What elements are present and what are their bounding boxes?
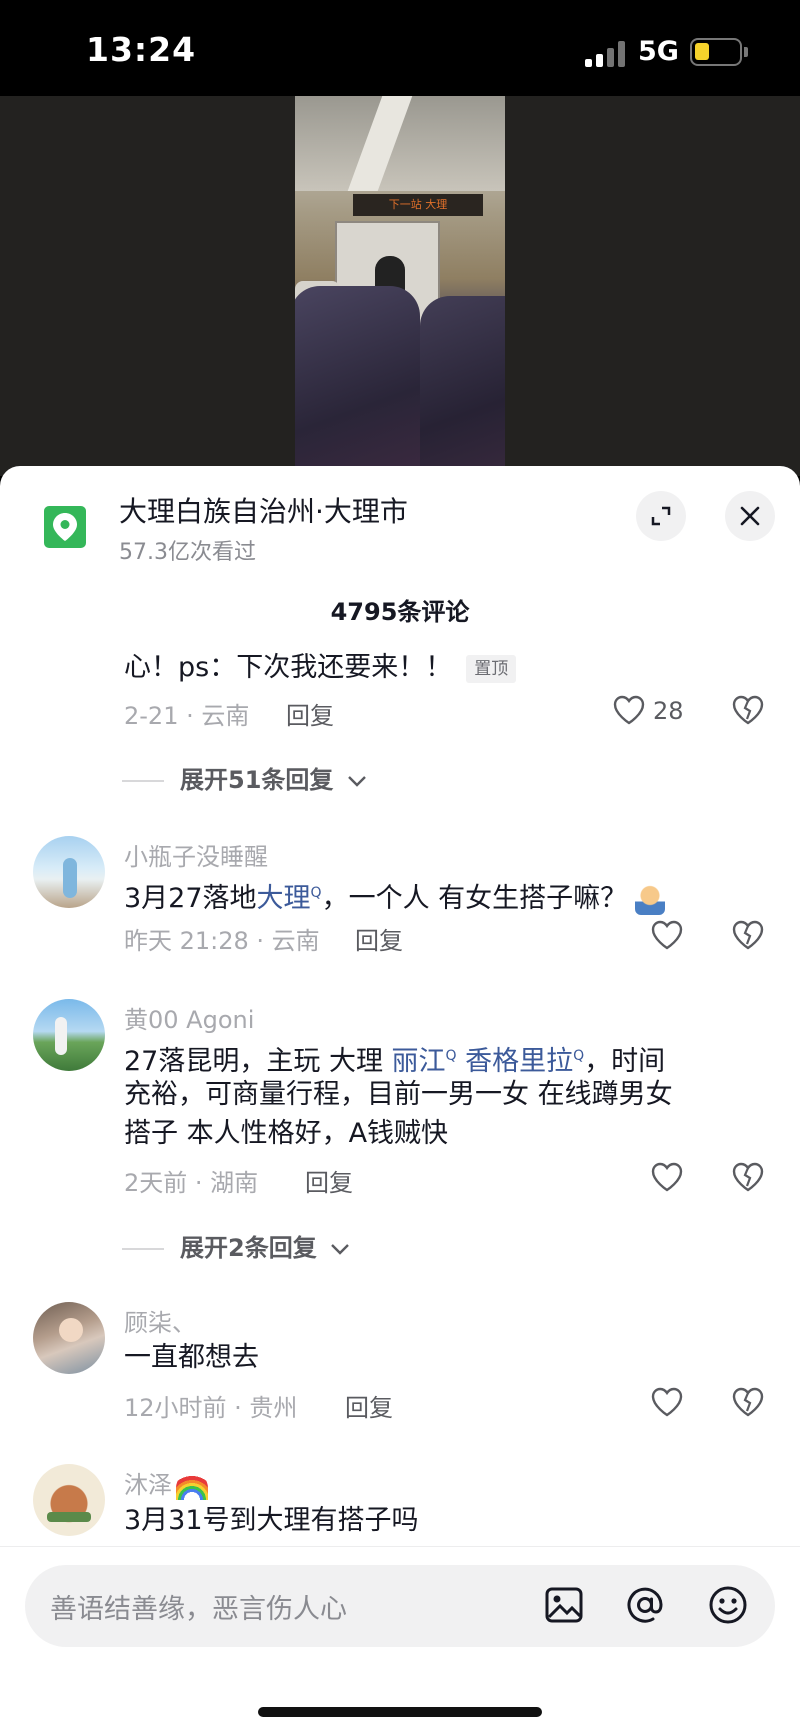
- rainbow-emoji: [176, 1472, 208, 1500]
- reply-button[interactable]: 回复: [305, 1163, 353, 1198]
- dislike-heart-icon[interactable]: [731, 1161, 765, 1193]
- comment-username[interactable]: 顾柒、: [124, 1303, 196, 1338]
- home-indicator: [258, 1707, 542, 1717]
- battery-icon: [690, 38, 742, 66]
- heart-icon[interactable]: [650, 919, 684, 951]
- avatar[interactable]: [33, 1302, 105, 1374]
- location-name[interactable]: 大理白族自治州·大理市: [119, 490, 408, 530]
- reply-button[interactable]: 回复: [286, 696, 334, 731]
- comment-body: 心！ps：下次我还要来！！: [124, 652, 453, 683]
- dislike-heart-icon[interactable]: [731, 694, 765, 726]
- pin-badge: 置顶: [466, 654, 517, 683]
- search-mark-icon: Q: [445, 1048, 457, 1064]
- avatar[interactable]: [33, 999, 105, 1071]
- divider: [122, 780, 164, 782]
- battery-cap: [744, 47, 748, 57]
- comment-body-continued: ，一个人 有女生搭子嘛？: [321, 883, 628, 914]
- comment-input[interactable]: 善语结善缘，恶言伤人心: [25, 1565, 775, 1647]
- chevron-down-icon: [331, 1244, 349, 1255]
- heart-icon[interactable]: [650, 1386, 684, 1418]
- emoji-icon[interactable]: [706, 1583, 750, 1627]
- comment-username-text: 沐泽: [124, 1471, 172, 1499]
- comment-text: 心！ps：下次我还要来！！ 置顶: [124, 649, 517, 687]
- expand-icon: [651, 506, 671, 526]
- comment-text-line-3: 搭子 本人性格好，A钱贼快: [124, 1118, 449, 1149]
- location-pin-icon[interactable]: [44, 506, 86, 548]
- signal-icon: [585, 41, 627, 67]
- comment-text-line-2: 充裕，可商量行程，目前一男一女 在线蹲男女: [124, 1079, 673, 1110]
- comment-text: 一直都想去: [124, 1342, 259, 1373]
- at-icon[interactable]: [623, 1583, 667, 1627]
- comment-text: 27落昆明，主玩 大理 丽江Q 香格里拉Q，时间: [124, 1037, 665, 1081]
- expand-button[interactable]: [636, 491, 686, 541]
- reply-button[interactable]: 回复: [355, 921, 403, 956]
- close-button[interactable]: [725, 491, 775, 541]
- comment-body: 3月27落地: [124, 883, 257, 914]
- expand-replies-label: 展开51条回复: [180, 766, 334, 794]
- search-link[interactable]: 丽江: [392, 1046, 446, 1077]
- expand-replies-label: 展开2条回复: [180, 1234, 317, 1262]
- comment-body: 27落昆明，主玩 大理: [124, 1046, 392, 1077]
- avatar[interactable]: [33, 836, 105, 908]
- comment-meta: 2天前 · 湖南: [124, 1169, 259, 1197]
- raising-hand-emoji: [635, 884, 666, 915]
- comment-body-continued: ，时间: [584, 1046, 666, 1077]
- comment-count: 4795条评论: [330, 598, 470, 626]
- search-link[interactable]: 香格里拉: [465, 1046, 573, 1077]
- dislike-heart-icon[interactable]: [731, 1386, 765, 1418]
- network-type: 5G: [638, 36, 679, 67]
- comment-meta: 昨天 21:28 · 云南: [124, 927, 320, 955]
- comment-meta: 12小时前 · 贵州: [124, 1394, 298, 1422]
- location-views: 57.3亿次看过: [119, 540, 256, 565]
- divider: [122, 1248, 164, 1250]
- image-icon[interactable]: [542, 1583, 586, 1627]
- comment-sheet: 大理白族自治州·大理市 57.3亿次看过 4795条评论 心！ps：下次我还要来…: [0, 466, 800, 1731]
- search-mark-icon: Q: [310, 885, 322, 901]
- search-link[interactable]: 大理: [257, 883, 311, 914]
- expand-replies-button[interactable]: 展开51条回复: [122, 760, 368, 795]
- dislike-heart-icon[interactable]: [731, 919, 765, 951]
- expand-replies-button[interactable]: 展开2条回复: [122, 1228, 351, 1263]
- chevron-down-icon: [347, 776, 366, 787]
- reply-button[interactable]: 回复: [345, 1388, 393, 1423]
- train-sign: 下一站 大理: [353, 194, 483, 216]
- like-count: 28: [653, 697, 684, 725]
- comment-username[interactable]: 沐泽: [124, 1465, 208, 1500]
- heart-icon[interactable]: [650, 1161, 684, 1193]
- status-time: 13:24: [86, 30, 197, 69]
- close-icon: [740, 506, 760, 526]
- comment-username[interactable]: 小瓶子没睡醒: [124, 837, 268, 872]
- search-mark-icon: Q: [573, 1048, 585, 1064]
- comment-text: 3月27落地大理Q，一个人 有女生搭子嘛？: [124, 874, 666, 918]
- video-frame: 下一站 大理: [295, 96, 505, 476]
- comment-input-placeholder: 善语结善缘，恶言伤人心: [50, 1594, 347, 1625]
- comment-text: 3月31号到大理有搭子吗: [124, 1505, 419, 1536]
- comment-meta: 2-21 · 云南: [124, 702, 250, 730]
- avatar[interactable]: [33, 1464, 105, 1536]
- comment-username[interactable]: 黄00 Agoni: [124, 1000, 254, 1035]
- comment-input-bar: 善语结善缘，恶言伤人心: [0, 1546, 800, 1731]
- video-player[interactable]: 下一站 大理: [0, 96, 800, 476]
- status-bar: 13:24 5G: [0, 0, 800, 96]
- heart-icon[interactable]: [612, 694, 646, 726]
